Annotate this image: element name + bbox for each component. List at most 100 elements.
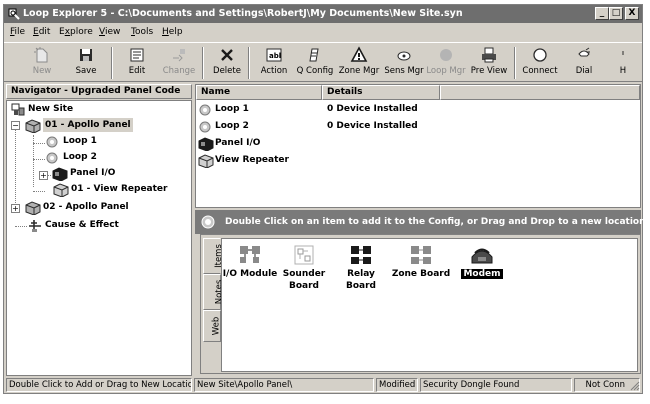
save-button[interactable]: Save [64,45,108,81]
palette-item-label: Relay [347,269,375,279]
edit-button[interactable]: Edit [115,45,159,81]
toolbar: New Save Edit Change Delete abl Action Q… [4,42,642,82]
toolbar-separator [248,47,250,79]
zonemgr-button[interactable]: Zone Mgr [337,45,381,81]
list-row-name: View Repeater [215,155,289,165]
save-icon [80,49,92,61]
panel-icon [25,201,41,215]
window-title: Loop Explorer 5 - C:\Documents and Setti… [23,8,463,19]
loopmgr-button[interactable]: Loop Mgr [424,45,468,81]
change-label: Change [162,66,196,76]
action-icon: abl [266,48,282,62]
list-row-name: Loop 1 [215,104,249,114]
status-dongle: Security Dongle Found [420,378,572,392]
dial-button[interactable]: Dial [562,45,606,81]
tree-item-label: Cause & Effect [45,220,119,230]
dial-label: Dial [575,66,593,76]
connect-button[interactable]: Connect [518,45,562,81]
zone-manager-icon [350,46,368,62]
close-button[interactable]: X [625,7,639,20]
tree-line [33,143,45,144]
tab-notes[interactable]: Notes [203,274,224,310]
tab-items[interactable]: Items [203,238,224,274]
svg-text:abl: abl [269,52,281,60]
list-row-name: Loop 2 [215,121,249,131]
menu-bar: File Edit Explore View Tools Help [4,25,642,41]
action-label: Action [260,66,288,76]
toolbar-separator [202,47,204,79]
loopmgr-label: Loop Mgr [426,66,466,76]
tree-line [15,127,16,211]
dial-icon [578,47,590,57]
tree-item-label: New Site [28,104,74,114]
palette-item-sounder-board[interactable]: Sounder Board [276,243,332,291]
preview-button[interactable]: Pre View [467,45,511,81]
expand-toggle[interactable]: + [39,171,48,180]
menu-edit[interactable]: Edit [33,27,50,37]
sounder-board-icon [294,245,314,265]
list-row-details: 0 Device Installed [327,121,418,131]
app-window: Loop Explorer 5 - C:\Documents and Setti… [3,4,646,394]
menu-edit-label: dit [38,27,51,37]
qconfig-icon [309,48,319,62]
sensmgr-label: Sens Mgr [384,66,424,76]
change-button[interactable]: Change [157,45,201,81]
palette-item-label: Sounder [282,269,326,279]
delete-icon [221,49,233,61]
collapse-toggle[interactable]: − [11,121,20,130]
more-label: H [619,66,627,76]
minimize-button[interactable]: _ [595,7,609,20]
connect-icon [533,48,547,62]
column-header-name[interactable]: Name [196,85,322,100]
palette-item-relay-board[interactable]: Relay Board [333,243,389,291]
palette-item-modem[interactable]: Modem [454,243,510,279]
menu-view[interactable]: View [99,27,120,37]
loop-icon [199,121,211,133]
status-hint: Double Click to Add or Drag to New Locat… [6,378,192,392]
column-header-details[interactable]: Details [322,85,440,100]
palette-item-label: Zone Board [391,269,451,279]
tab-web-label: Web [211,316,222,336]
palette-item-zone-board[interactable]: Zone Board [390,243,452,279]
repeater-icon [198,154,214,168]
title-bar: Loop Explorer 5 - C:\Documents and Setti… [4,5,642,23]
expand-toggle[interactable]: + [11,204,20,213]
menu-explore[interactable]: Explore [59,27,93,37]
menu-file[interactable]: File [10,27,25,37]
more-button[interactable]: H [608,45,638,81]
column-header-filler [440,85,640,100]
item-palette: Items Notes Web I/O Module Sounder Board… [200,234,641,374]
hint-bar: Double Click on an item to add it to the… [195,210,646,234]
palette-item-label: Modem [461,269,503,279]
maximize-button[interactable]: □ [609,7,623,20]
menu-file-label: ile [14,27,26,37]
preview-label: Pre View [470,66,508,76]
new-button[interactable]: New [20,45,64,81]
palette-item-io-module[interactable]: I/O Module [222,243,278,279]
toolbar-separator [514,47,516,79]
qconfig-button[interactable]: Q Config [293,45,337,81]
info-icon [201,215,215,229]
panel-io-icon [198,137,214,151]
status-bar: Double Click to Add or Drag to New Locat… [4,377,642,393]
list-row-details: 0 Device Installed [327,104,418,114]
resize-grip-icon[interactable] [630,381,640,391]
sensmgr-button[interactable]: Sens Mgr [382,45,426,81]
toolbar-separator [111,47,113,79]
zonemgr-label: Zone Mgr [338,66,380,76]
new-label: New [32,66,52,76]
sensitivity-manager-icon [397,51,411,61]
menu-tools-label: ools [134,27,154,37]
action-button[interactable]: abl Action [252,45,296,81]
menu-view-label: iew [104,27,121,37]
palette-item-label-line2: Board [346,281,376,291]
menu-tools[interactable]: Tools [131,27,153,37]
navigator-header: Navigator - Upgraded Panel Code [6,84,192,99]
status-path: New Site\Apollo Panel\ [194,378,374,392]
palette-tabs: Items Notes Web [203,238,224,368]
delete-button[interactable]: Delete [205,45,249,81]
menu-help[interactable]: Help [162,27,183,37]
tree-line [33,191,45,192]
tab-web[interactable]: Web [203,310,221,342]
save-label: Save [75,66,97,76]
